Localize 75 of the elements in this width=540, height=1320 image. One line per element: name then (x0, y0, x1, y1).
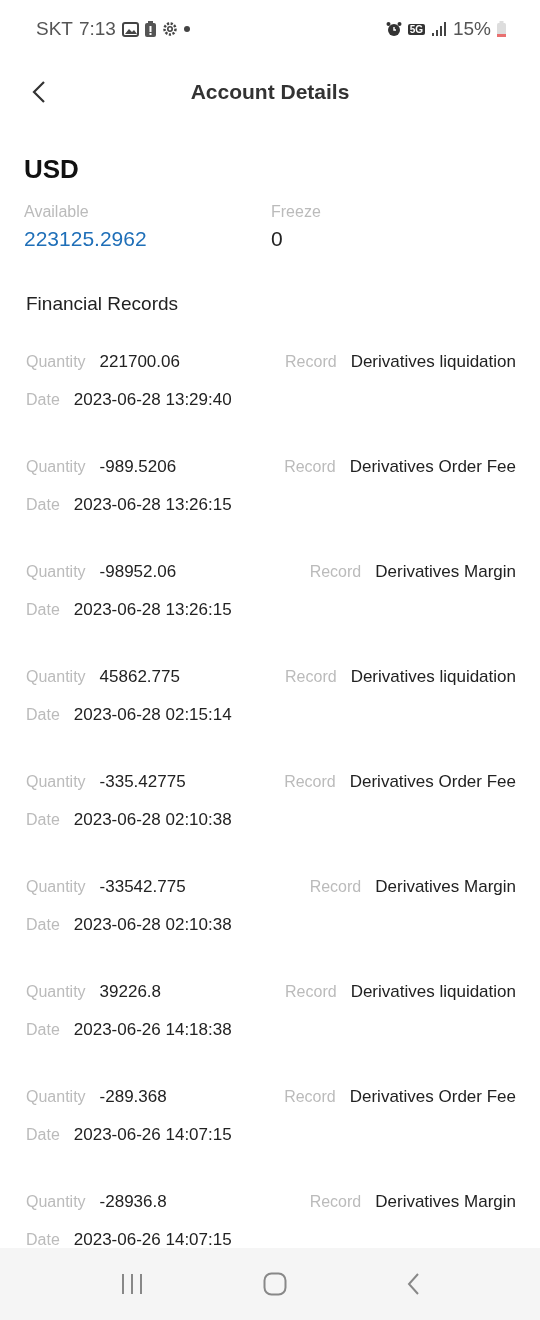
quantity-label: Quantity (26, 352, 86, 371)
date-label: Date (26, 915, 60, 934)
date-value: 2023-06-28 13:26:15 (73, 494, 232, 515)
section-title: Financial Records (26, 293, 180, 315)
record-label: Record (309, 877, 362, 896)
battery-icon (497, 21, 506, 37)
record-value: Derivatives liquidation (350, 666, 516, 687)
quantity-label: Quantity (26, 982, 86, 1001)
date-value: 2023-06-26 14:07:15 (73, 1124, 232, 1145)
quantity-value: -33542.775 (99, 876, 186, 897)
battery-alert-icon (144, 21, 156, 37)
date-value: 2023-06-26 14:07:15 (73, 1229, 232, 1250)
network-type: 5G (407, 23, 425, 35)
battery-percent: 15% (452, 18, 491, 40)
settings-icon (161, 21, 178, 37)
date-label: Date (26, 705, 60, 724)
quantity-value: -289.368 (99, 1086, 167, 1107)
record-label: Record (284, 772, 336, 791)
quantity-label: Quantity (26, 877, 86, 896)
record-value: Derivatives Margin (375, 876, 516, 897)
home-icon[interactable] (263, 1272, 287, 1296)
quantity-label: Quantity (26, 772, 86, 791)
dot-icon (183, 26, 190, 32)
record-label: Record (284, 1087, 336, 1106)
quantity-value: 45862.775 (99, 666, 180, 687)
quantity-value: -98952.06 (99, 561, 177, 582)
quantity-value: 221700.06 (99, 351, 180, 372)
alarm-icon (385, 21, 402, 37)
date-label: Date (26, 1125, 60, 1144)
date-value: 2023-06-28 02:10:38 (73, 914, 232, 935)
record-label: Record (285, 667, 337, 686)
date-value: 2023-06-28 13:29:40 (73, 389, 232, 410)
quantity-value: -989.5206 (99, 456, 177, 477)
balance-value: 223125.2962 (24, 227, 148, 251)
record-value: Derivatives liquidation (350, 351, 516, 372)
date-label: Date (26, 1020, 60, 1039)
date-label: Date (26, 600, 60, 619)
carrier: SKT (36, 18, 73, 40)
quantity-value: 39226.8 (99, 981, 162, 1002)
date-label: Date (26, 1230, 60, 1249)
record-label: Record (284, 457, 336, 476)
date-value: 2023-06-28 02:10:38 (73, 809, 232, 830)
quantity-label: Quantity (26, 1087, 86, 1106)
quantity-label: Quantity (26, 457, 86, 476)
quantity-label: Quantity (26, 667, 86, 686)
record-label: Record (285, 982, 337, 1001)
date-label: Date (26, 390, 60, 409)
record-value: Derivatives Order Fee (349, 1086, 516, 1107)
balance-label: Freeze (271, 203, 322, 221)
image-icon (121, 21, 139, 37)
quantity-label: Quantity (26, 562, 86, 581)
balance-value: 0 (271, 227, 284, 251)
record-label: Record (309, 1192, 362, 1211)
recent-apps-icon[interactable] (119, 1273, 144, 1295)
record-value: Derivatives Margin (375, 1191, 516, 1212)
date-value: 2023-06-28 13:26:15 (73, 599, 232, 620)
date-label: Date (26, 495, 60, 514)
clock: 7:13 (78, 18, 116, 40)
signal-icon (430, 22, 447, 36)
currency-title: USD (24, 154, 80, 185)
record-value: Derivatives Order Fee (349, 456, 516, 477)
date-label: Date (26, 810, 60, 829)
date-value: 2023-06-26 14:18:38 (73, 1019, 232, 1040)
page-title: Account Details (190, 80, 350, 104)
back-icon[interactable] (32, 80, 46, 104)
quantity-label: Quantity (26, 1192, 86, 1211)
quantity-value: -28936.8 (99, 1191, 167, 1212)
record-label: Record (309, 562, 362, 581)
record-value: Derivatives Margin (375, 561, 516, 582)
record-value: Derivatives Order Fee (349, 771, 516, 792)
quantity-value: -335.42775 (99, 771, 186, 792)
date-value: 2023-06-28 02:15:14 (73, 704, 232, 725)
record-value: Derivatives liquidation (350, 981, 516, 1002)
balance-label: Available (24, 203, 90, 221)
record-label: Record (285, 352, 337, 371)
